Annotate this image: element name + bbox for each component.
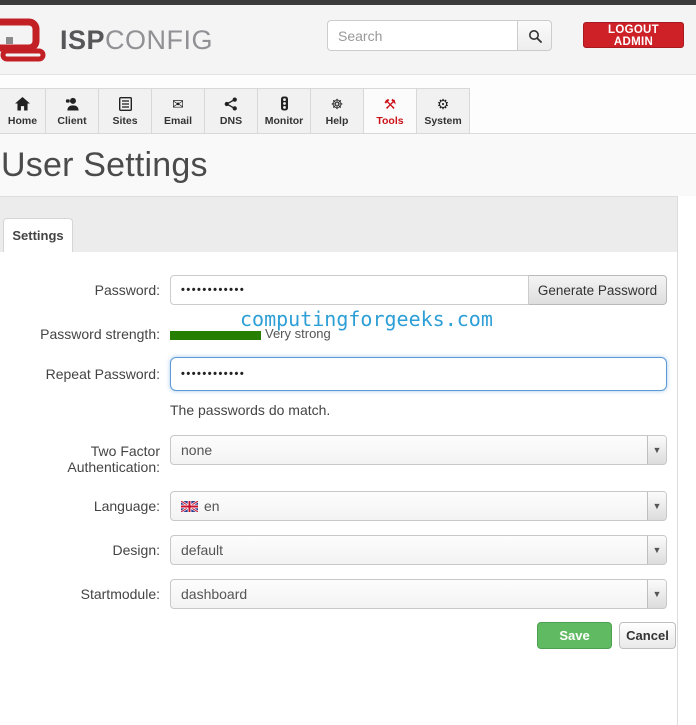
nav-tab-monitor[interactable]: Monitor — [258, 88, 311, 134]
nav-label-sites: Sites — [112, 114, 138, 127]
search-group — [327, 20, 552, 51]
logout-admin-button[interactable]: LOGOUT ADMIN — [583, 22, 684, 48]
startmodule-row: Startmodule: dashboard ▼ — [0, 579, 677, 609]
password-row: Password: Generate Password — [0, 275, 677, 305]
ispconfig-logo-icon — [0, 17, 56, 63]
tab-settings[interactable]: Settings — [3, 218, 73, 253]
nav-tab-system[interactable]: ⚙ System — [417, 88, 470, 134]
email-icon: ✉ — [172, 95, 184, 112]
two-factor-row: Two Factor Authentication: none ▼ — [0, 435, 677, 475]
generate-password-button[interactable]: Generate Password — [529, 275, 667, 305]
repeat-password-input[interactable] — [170, 357, 667, 391]
nav-label-tools: Tools — [376, 114, 404, 127]
page-heading-area: User Settings — [0, 134, 696, 196]
nav-tab-client[interactable]: Client — [46, 88, 99, 134]
content-container: Settings computingforgeeks.com Password:… — [0, 196, 678, 725]
startmodule-select[interactable]: dashboard ▼ — [170, 579, 667, 609]
dns-icon — [224, 96, 238, 112]
nav-tab-help[interactable]: ☸ Help — [311, 88, 364, 134]
startmodule-label: Startmodule: — [80, 586, 160, 602]
repeat-password-row: Repeat Password: — [0, 357, 677, 391]
sites-icon — [118, 96, 132, 112]
design-select[interactable]: default ▼ — [170, 535, 667, 565]
nav-label-home: Home — [7, 114, 38, 127]
language-label: Language: — [93, 498, 160, 514]
chevron-down-icon: ▼ — [647, 436, 666, 464]
password-strength-row: Password strength: Very strong — [0, 326, 677, 342]
main-navigation: Home Client Sites ✉ Email DNS Monitor ☸ … — [0, 75, 696, 134]
nav-tab-home[interactable]: Home — [0, 88, 46, 134]
nav-label-email: Email — [163, 114, 192, 127]
sub-tabbar: Settings — [0, 196, 677, 253]
uk-flag-icon — [181, 500, 198, 512]
startmodule-value: dashboard — [181, 586, 248, 602]
nav-tab-dns[interactable]: DNS — [205, 88, 258, 134]
two-factor-value: none — [181, 442, 213, 458]
header: ISPCONFIG LOGOUT ADMIN — [0, 5, 696, 75]
language-row: Language: en ▼ — [0, 491, 677, 521]
password-match-message: The passwords do match. — [170, 402, 331, 418]
form-actions: Save Cancel — [0, 622, 677, 649]
nav-label-system: System — [424, 114, 462, 127]
nav-label-help: Help — [325, 114, 349, 127]
repeat-password-label: Repeat Password: — [45, 366, 160, 382]
design-label: Design: — [112, 542, 160, 558]
chevron-down-icon: ▼ — [647, 492, 666, 520]
password-match-row: The passwords do match. — [0, 402, 677, 420]
language-select[interactable]: en ▼ — [170, 491, 667, 521]
page-title: User Settings — [1, 145, 208, 184]
brand-text-light: CONFIG — [105, 24, 214, 55]
nav-label-dns: DNS — [219, 114, 243, 127]
settings-form: computingforgeeks.com Password: Generate… — [0, 252, 677, 649]
design-value: default — [181, 542, 224, 558]
brand-text-bold: ISP — [60, 24, 106, 55]
two-factor-select[interactable]: none ▼ — [170, 435, 667, 465]
two-factor-label: Two Factor Authentication: — [67, 443, 160, 475]
save-button[interactable]: Save — [537, 622, 612, 649]
brand: ISPCONFIG — [0, 17, 213, 63]
cancel-button[interactable]: Cancel — [619, 622, 676, 649]
chevron-down-icon: ▼ — [647, 580, 666, 608]
nav-tab-sites[interactable]: Sites — [99, 88, 152, 134]
home-icon — [15, 96, 30, 112]
design-row: Design: default ▼ — [0, 535, 677, 565]
password-strength-label: Password strength: — [40, 326, 160, 342]
nav-label-monitor: Monitor — [264, 114, 304, 127]
system-icon: ⚙ — [436, 95, 450, 112]
brand-text: ISPCONFIG — [60, 25, 213, 56]
nav-tab-email[interactable]: ✉ Email — [152, 88, 205, 134]
chevron-down-icon: ▼ — [647, 536, 666, 564]
tools-icon: ⚒ — [383, 95, 397, 112]
search-button[interactable] — [517, 20, 552, 51]
password-strength-bar — [170, 330, 261, 340]
password-input[interactable] — [170, 275, 529, 305]
password-strength-text: Very strong — [265, 326, 331, 341]
nav-tab-tools[interactable]: ⚒ Tools — [364, 88, 417, 134]
language-value: en — [204, 498, 220, 514]
client-icon — [65, 96, 80, 112]
monitor-icon — [280, 96, 289, 112]
password-label: Password: — [94, 282, 160, 298]
help-icon: ☸ — [330, 95, 344, 112]
nav-label-client: Client — [57, 114, 87, 127]
magnifier-icon — [528, 29, 542, 43]
search-input[interactable] — [327, 20, 517, 51]
